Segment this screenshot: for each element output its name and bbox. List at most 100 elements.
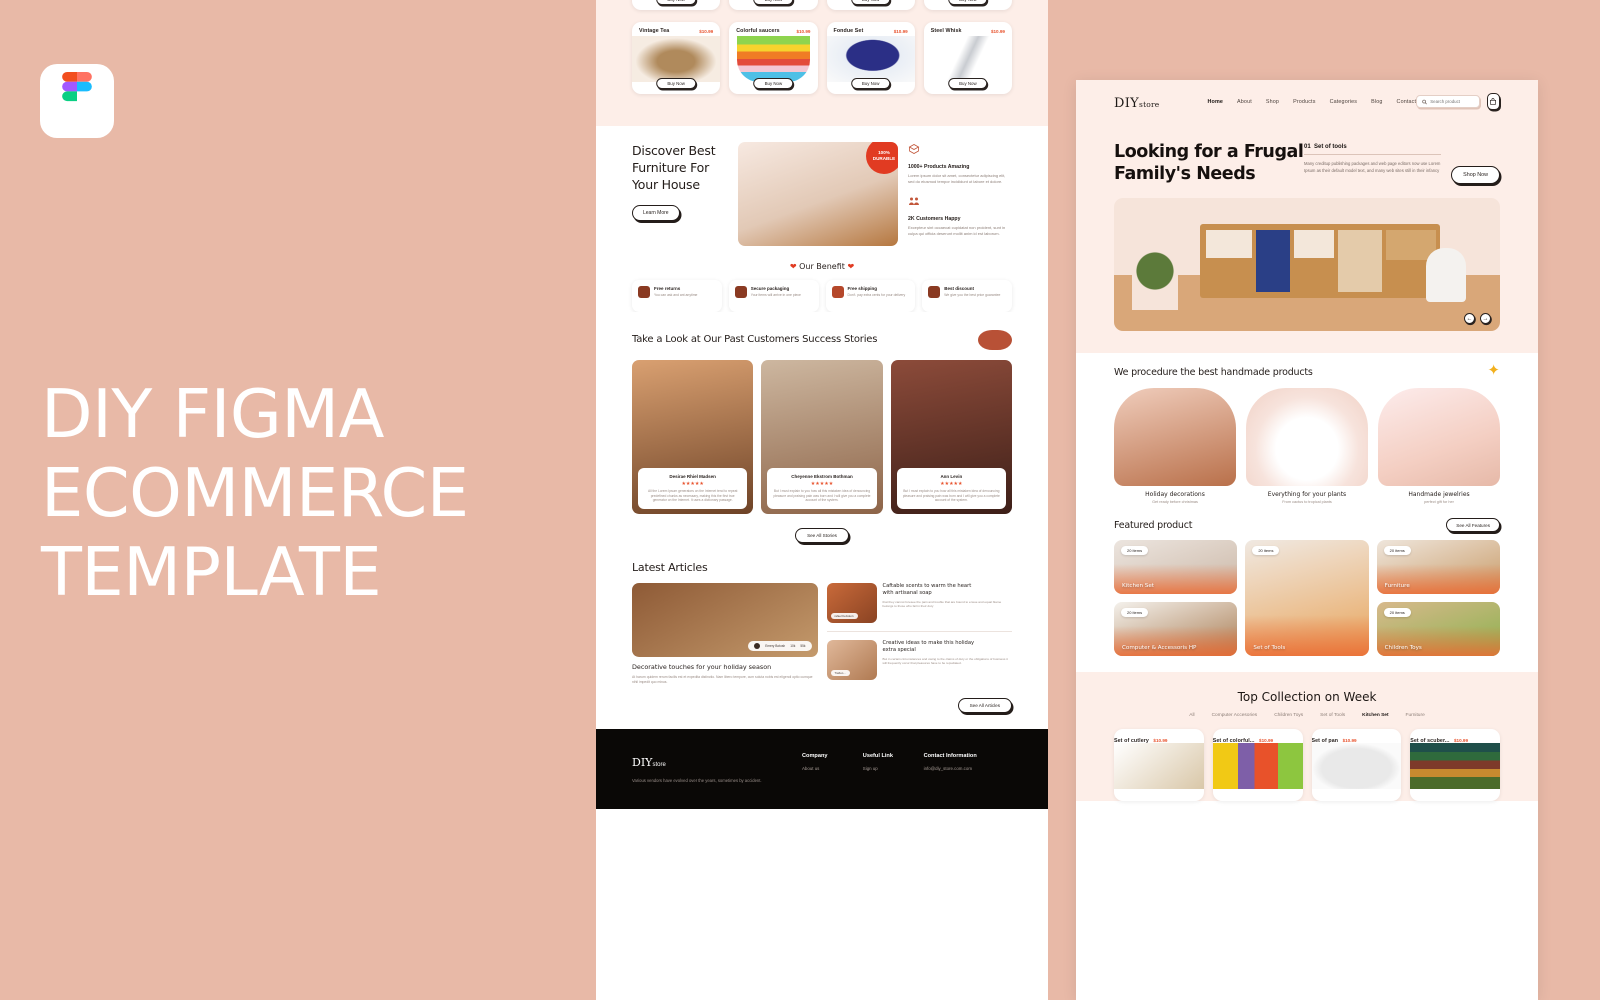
category-image: [1114, 388, 1236, 486]
see-all-stories-button[interactable]: See All Stories: [795, 528, 849, 543]
featured-card-kitchen-set[interactable]: 20 items Kitchen Set: [1114, 540, 1238, 594]
discover-title-line3: Your House: [632, 177, 700, 192]
product-card[interactable]: Set of scuber... $10.99: [1410, 729, 1500, 801]
nav-item-products[interactable]: Products: [1293, 99, 1315, 105]
featured-label: Computer & Accessoris HP: [1122, 645, 1197, 651]
testimonial-body: All the Lorem Ipsum generators on the In…: [647, 489, 738, 503]
article-author: rafael Kerluke's: [830, 613, 858, 619]
hero-carousel-image: ← →: [1114, 198, 1500, 331]
shop-now-button[interactable]: Shop Now: [1451, 166, 1500, 184]
article-title-line2: with artisanal soap: [882, 590, 932, 596]
testimonial-body: But I must explain to you how all this m…: [773, 489, 871, 503]
footer-link[interactable]: Sign up: [863, 766, 924, 771]
rating-stars: ★★★★★: [810, 481, 834, 488]
benefit-card: Free returns You can ask and ant anytime: [632, 280, 722, 312]
article-title-line1: Creative ideas to make this holiday: [882, 640, 975, 646]
category-card[interactable]: Holiday decorations Get ready before chr…: [1114, 388, 1236, 504]
product-name: Vintage Tea: [639, 28, 670, 34]
benefits-heading: ❤ Our Benefit ❤: [789, 262, 855, 271]
buy-now-button[interactable]: Buy Now: [850, 78, 891, 89]
testimonial-name: Cheyenne Ekstrom Bothman: [791, 474, 853, 480]
buy-now-button[interactable]: Buy Now: [656, 78, 696, 89]
product-card[interactable]: Set of pan $10.99: [1311, 729, 1402, 801]
featured-card-furniture[interactable]: 20 items Furniture: [1376, 540, 1500, 594]
footer-description: Various vendors have evolved over the ye…: [632, 777, 762, 783]
categories-heading: We procedure the best handmade products: [1114, 367, 1313, 378]
site-brand[interactable]: DIYstore: [1114, 92, 1159, 111]
search-input[interactable]: [1430, 99, 1474, 104]
filter-set-of-tools[interactable]: Set of Tools: [1320, 713, 1345, 718]
featured-heading: Featured product: [1114, 519, 1193, 531]
filter-all[interactable]: All: [1189, 713, 1194, 718]
product-card[interactable]: Set of colorful... $10.99: [1212, 729, 1303, 801]
product-card[interactable]: Vintage Tea $10.99 Buy Now: [632, 22, 721, 94]
product-name: Steel Whisk: [930, 28, 962, 34]
cart-button[interactable]: [1486, 93, 1500, 110]
nav-item-categories[interactable]: Categories: [1330, 99, 1358, 105]
filter-computer-accesories[interactable]: Computer Accesories: [1212, 713, 1258, 718]
filter-kitchen-set[interactable]: Kitchen Set: [1362, 713, 1388, 718]
top-collection-heading: Top Collection on Week: [1237, 690, 1377, 704]
footer-contact-email[interactable]: info@diy_store.com.com: [924, 766, 1012, 771]
items-badge: 20 items: [1383, 608, 1411, 617]
benefit-card: Secure packaging Your items will arrive …: [728, 280, 819, 312]
filter-children-toys[interactable]: Children Toys: [1274, 713, 1303, 718]
testimonial-name: Ann Levin: [940, 474, 963, 480]
featured-label: Kitchen Set: [1122, 583, 1154, 589]
buy-now-button[interactable]: Buy Now: [850, 0, 891, 5]
product-card[interactable]: Buy Now: [632, 0, 721, 10]
footer-link[interactable]: About us: [802, 766, 863, 771]
see-all-articles-button[interactable]: See All Articles: [957, 697, 1012, 713]
nav-item-contact[interactable]: Contact: [1397, 99, 1417, 105]
avatar: [754, 643, 761, 649]
search-box[interactable]: [1416, 95, 1480, 108]
product-card[interactable]: Buy Now: [826, 0, 915, 10]
article-title-line1: Caftable scents to warm the heart: [882, 583, 972, 589]
featured-label: Set of Tools: [1253, 645, 1286, 651]
buy-now-button[interactable]: Buy Now: [753, 0, 794, 5]
nav-item-blog[interactable]: Blog: [1371, 99, 1382, 105]
see-all-features-button[interactable]: See All Features: [1446, 518, 1500, 532]
testimonials-heading: Take a Look at Our Past Customers Succes…: [632, 334, 878, 345]
featured-card-children-toys[interactable]: 20 items Children Toys: [1376, 602, 1500, 656]
carousel-next-button[interactable]: →: [1480, 313, 1491, 324]
site-footer: DIYstore Various vendors have evolved ov…: [596, 728, 1048, 809]
nav-item-home[interactable]: Home: [1207, 99, 1223, 105]
category-card[interactable]: Everything for your plants From cactus t…: [1246, 388, 1368, 504]
nav-item-shop[interactable]: Shop: [1266, 99, 1279, 105]
product-card[interactable]: Buy Now: [923, 0, 1012, 10]
footer-brand: DIYstore: [632, 755, 666, 769]
box-icon: [908, 144, 920, 154]
category-card[interactable]: Handmade jewelries perfect gift for her: [1378, 388, 1500, 504]
nav-item-about[interactable]: About: [1237, 99, 1252, 105]
filter-furniture[interactable]: Furniture: [1406, 713, 1425, 718]
product-card[interactable]: Fondue Set $10.99 Buy Now: [826, 22, 915, 94]
footer-column-heading: Contact Information: [923, 752, 977, 759]
product-card[interactable]: Set of cutlery $10.99: [1114, 729, 1204, 801]
article-side[interactable]: Trafton... Creative ideas to make this h…: [826, 640, 1013, 680]
benefit-card: Best discount We give you the best price…: [922, 280, 1012, 312]
category-filters: All Computer Accesories Children Toys Se…: [1114, 713, 1500, 718]
testimonial-body: But I must explain to you how all this m…: [902, 489, 1000, 503]
learn-more-button[interactable]: Learn More: [632, 205, 680, 221]
product-row-partial: Buy Now Buy Now Buy Now Buy Now: [596, 0, 1048, 22]
carousel-prev-button[interactable]: ←: [1464, 313, 1475, 324]
product-card[interactable]: Buy Now: [729, 0, 818, 10]
featured-card-computer-accessoris[interactable]: 20 items Computer & Accessoris HP: [1114, 602, 1238, 656]
product-price: $10.99: [796, 28, 811, 34]
product-card[interactable]: Colorful saucers $10.99 Buy Now: [729, 22, 818, 94]
article-main[interactable]: Emery Botosh 10k 55k Decorative touches …: [632, 583, 818, 685]
featured-label: Children Toys: [1384, 645, 1422, 651]
buy-now-button[interactable]: Buy Now: [948, 0, 988, 5]
featured-card-set-of-tools[interactable]: 20 items Set of Tools: [1245, 540, 1369, 656]
returns-icon: [638, 286, 650, 298]
buy-now-button[interactable]: Buy Now: [948, 78, 988, 89]
product-card[interactable]: Steel Whisk $10.99 Buy Now: [923, 22, 1012, 94]
article-author: Emery Botosh: [765, 644, 786, 648]
article-side[interactable]: rafael Kerluke's Caftable scents to warm…: [826, 583, 1013, 623]
durable-badge: 100% DURABLE: [866, 142, 898, 174]
testimonial-card: Cheyenne Ekstrom Bothman ★★★★★ But I mus…: [761, 360, 883, 514]
buy-now-button[interactable]: Buy Now: [656, 0, 696, 5]
featured-label: Furniture: [1384, 583, 1410, 589]
buy-now-button[interactable]: Buy Now: [753, 78, 794, 89]
